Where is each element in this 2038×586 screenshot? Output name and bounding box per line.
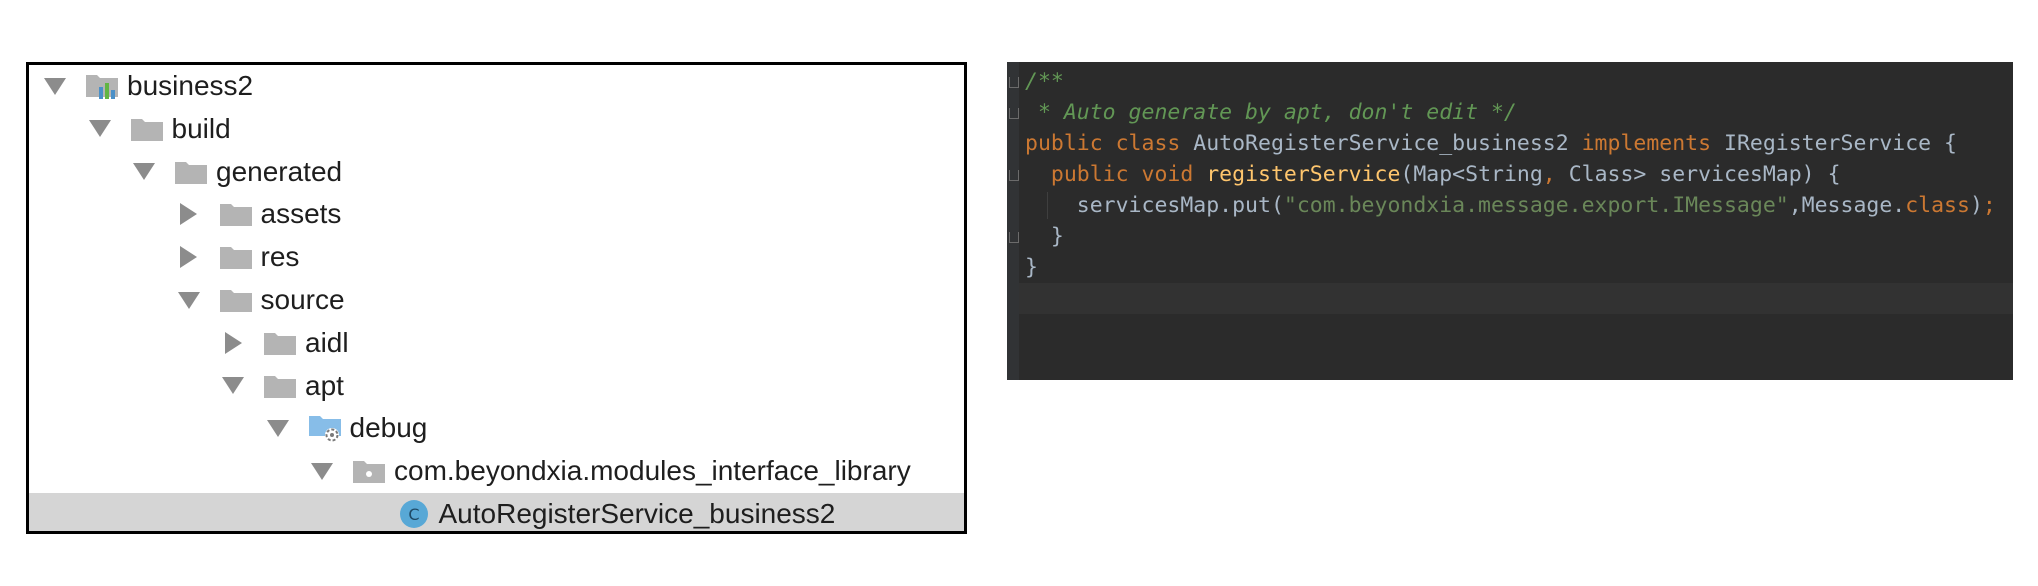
expand-arrow-down-icon[interactable] <box>130 163 158 181</box>
folder-icon <box>263 328 297 358</box>
tree-row[interactable]: business2 <box>29 65 964 107</box>
fold-marker-icon[interactable] <box>1009 170 1019 181</box>
code-token: class <box>1905 193 1970 218</box>
code-token: (Map<String <box>1400 162 1543 187</box>
tree-row-label: assets <box>260 198 342 230</box>
folder-icon <box>219 199 253 229</box>
tree-row-label: AutoRegisterService_business2 <box>438 498 836 529</box>
code-token: } <box>1025 255 1038 280</box>
class-icon: C <box>397 499 431 529</box>
expand-arrow-down-icon[interactable] <box>308 462 336 480</box>
code-token: ; <box>1982 193 1996 218</box>
fold-marker-icon[interactable] <box>1009 232 1019 243</box>
code-editor-panel[interactable]: /** * Auto generate by apt, don't edit *… <box>1007 62 2013 380</box>
tree-row[interactable]: debug <box>29 407 964 449</box>
code-line[interactable]: } <box>1019 221 2013 252</box>
tree-row-label: business2 <box>127 70 254 101</box>
code-line[interactable]: } <box>1019 252 2013 283</box>
module-icon <box>85 71 119 101</box>
folder-icon <box>263 371 297 401</box>
expand-arrow-right-icon[interactable] <box>219 331 247 354</box>
tree-row[interactable]: res <box>29 236 964 278</box>
tree-row[interactable]: C AutoRegisterService_business2 <box>29 493 964 531</box>
svg-text:C: C <box>408 505 419 524</box>
expand-arrow-right-icon[interactable] <box>175 246 203 269</box>
code-line[interactable]: public class AutoRegisterService_busines… <box>1019 128 2013 159</box>
code-line[interactable]: * Auto generate by apt, don't edit */ <box>1019 97 2013 128</box>
tree-row-label: debug <box>349 412 428 444</box>
folder-icon <box>219 242 253 272</box>
code-token: public void <box>1050 162 1207 187</box>
expand-arrow-down-icon[interactable] <box>175 291 203 309</box>
code-token: servicesMap.put( <box>1025 193 1284 218</box>
code-token: * Auto generate by apt, don't edit */ <box>1025 100 1517 125</box>
tree-row-label: build <box>171 112 231 144</box>
code-token: registerService <box>1206 162 1401 187</box>
code-token: public class <box>1025 131 1194 156</box>
code-line[interactable]: servicesMap.put("com.beyondxia.message.e… <box>1019 190 2013 221</box>
folder-icon <box>174 157 208 187</box>
tree-row[interactable]: build <box>29 108 964 150</box>
code-token: /** <box>1025 69 1064 94</box>
tree-row-label: com.beyondxia.modules_interface_library <box>394 455 911 487</box>
expand-arrow-down-icon[interactable] <box>264 419 292 437</box>
tree-row[interactable]: generated <box>29 151 964 193</box>
tree-row-label: generated <box>216 155 343 187</box>
expand-arrow-down-icon[interactable] <box>86 120 114 138</box>
indent-guide <box>1047 192 1048 219</box>
expand-arrow-down-icon[interactable] <box>219 377 247 395</box>
code-line[interactable]: /** <box>1019 66 2013 97</box>
code-line[interactable] <box>1019 283 2013 314</box>
tree-row[interactable]: assets <box>29 193 964 235</box>
expand-arrow-down-icon[interactable] <box>41 77 69 95</box>
tree-row-label: aidl <box>305 326 349 358</box>
code-line[interactable]: public void registerService(Map<String, … <box>1019 159 2013 190</box>
code-token: implements <box>1581 131 1724 156</box>
tree-row[interactable]: com.beyondxia.modules_interface_library <box>29 450 964 492</box>
code-token: , <box>1542 162 1569 187</box>
fold-marker-icon[interactable] <box>1009 108 1019 119</box>
tree-row[interactable]: aidl <box>29 322 964 364</box>
code-token: ) <box>1969 193 1983 218</box>
tree-row[interactable]: source <box>29 279 964 321</box>
package-icon <box>352 456 386 486</box>
expand-arrow-right-icon[interactable] <box>175 203 203 226</box>
code-token: } <box>1025 224 1064 249</box>
code-token: AutoRegisterService_business2 <box>1193 131 1582 156</box>
tree-row-label: source <box>260 284 345 315</box>
folder-icon <box>130 114 164 144</box>
code-token: IRegisterService { <box>1724 131 1957 156</box>
code-token: "com.beyondxia.message.export.IMessage" <box>1283 193 1789 218</box>
code-token: ,Message. <box>1788 193 1906 218</box>
fold-marker-icon[interactable] <box>1009 77 1019 88</box>
folder-icon <box>219 285 253 315</box>
project-tree-panel: business2 build generated assets res source ai… <box>26 62 967 534</box>
tree-row[interactable]: apt <box>29 365 964 407</box>
code-token: Class> servicesMap) { <box>1568 162 1841 187</box>
source-root-folder-icon <box>308 413 342 443</box>
tree-row-label: res <box>260 241 300 273</box>
tree-row-label: apt <box>305 369 344 401</box>
